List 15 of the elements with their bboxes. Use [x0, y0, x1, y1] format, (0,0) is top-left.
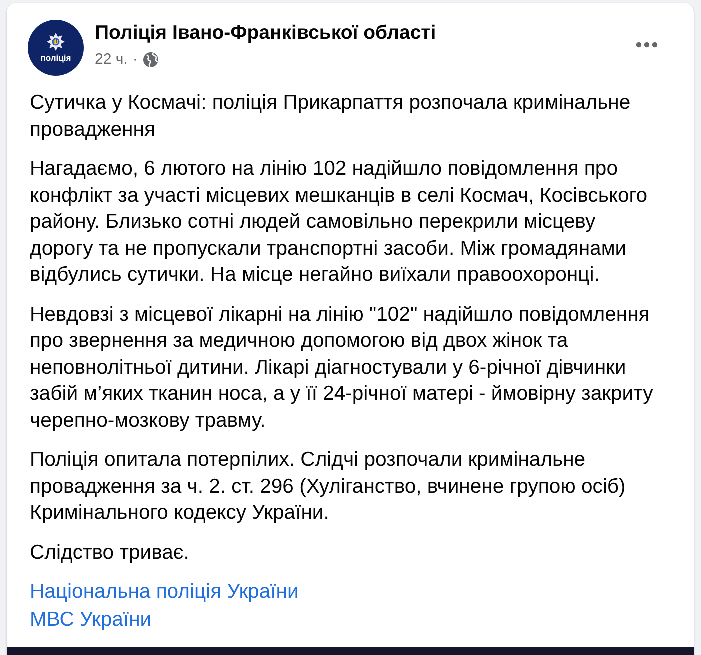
logo-text: поліція [40, 53, 72, 63]
page-link[interactable]: Національна поліція України [30, 578, 299, 606]
post-time-link[interactable]: 22 ч. [95, 50, 128, 70]
post-paragraph: Слідство триває. [30, 540, 190, 566]
post-paragraph: Невдовзі з місцевої лікарні на лінію "102" надійшло повідомлення про звернення за медичною допомогою від двох жінок та неповнолітньої дитини. Лікарі діагностували у 6-річної дівчинки забій м’яких тканин носа, а у її 24-річної матері - ймовірну закриту черепно-мозкову травму. [30, 302, 654, 434]
post-paragraph: Поліція опитала потерпілих. Слідчі розпочали кримінальне провадження за ч. 2. ст. 296 (Хуліганство, вчинене групою осіб) Кримінального кодексу України. [30, 448, 627, 526]
globe-icon [142, 52, 159, 68]
separator-dot: · [132, 50, 138, 70]
logo-avatar[interactable]: поліція [28, 20, 84, 76]
star-emblem-icon [47, 33, 65, 51]
post-paragraph: Нагадаємо, 6 лютого на лінію 102 надійшло повідомлення про конфлікт за участі місцевих мешканців в селі Космач, Косівського району. Близько сотні людей самовільно перекрили місцеву дорогу та не пропускали транспортні засоби. Між громадянами відбулись сутички. На місце негайно виїхали правоохоронці. [30, 157, 648, 288]
post-paragraph: Сутичка у Космачі: поліція Прикарпаття розпочала кримінальне провадження [30, 91, 632, 142]
more-options-icon[interactable] [636, 42, 658, 48]
page-name-link[interactable]: Поліція Івано-Франківської області [95, 21, 436, 45]
page-link[interactable]: МВС України [30, 606, 152, 634]
